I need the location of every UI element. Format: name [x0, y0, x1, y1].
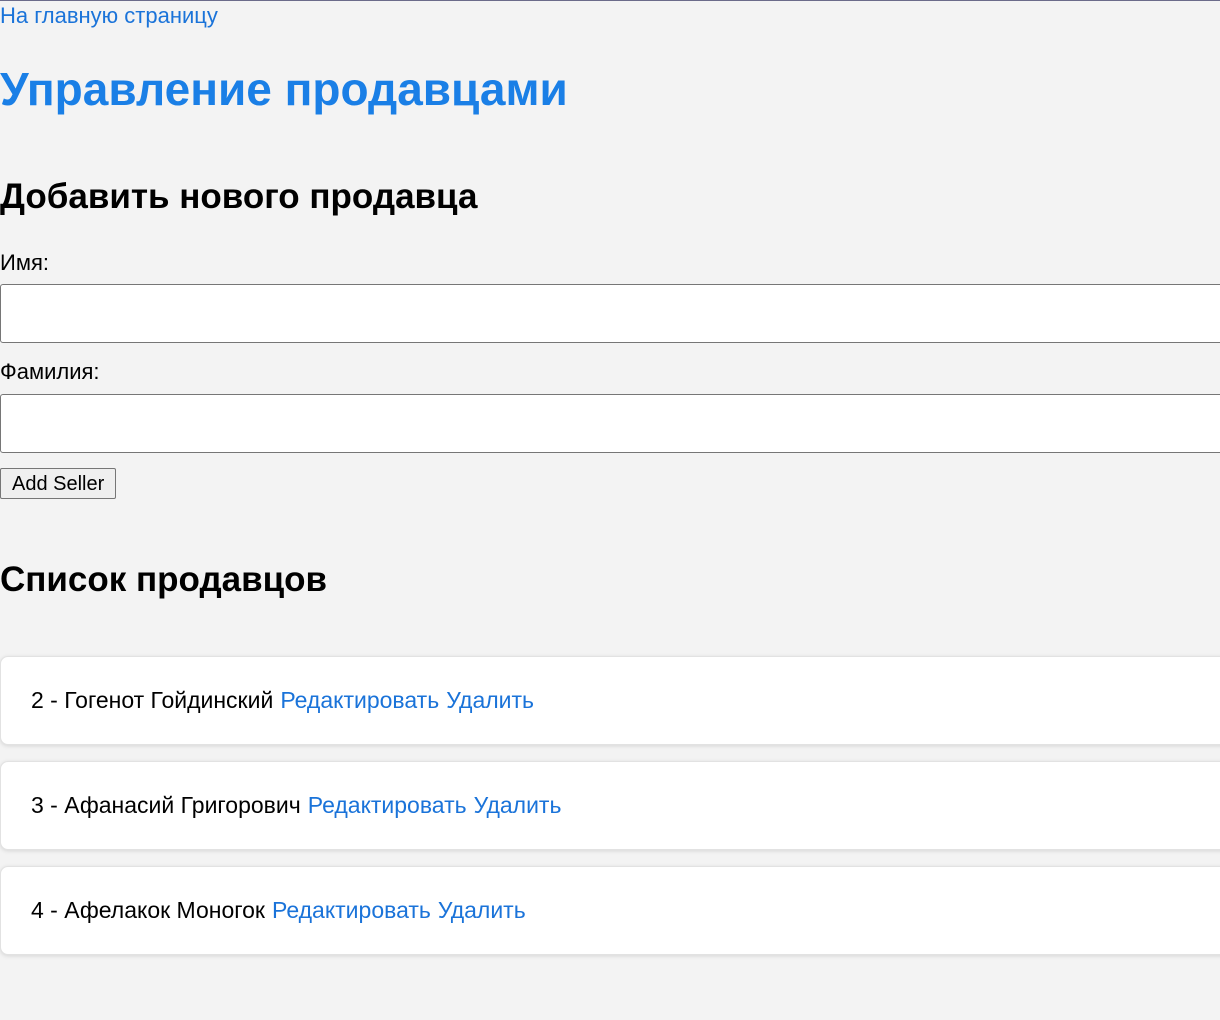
first-name-label: Имя: — [0, 250, 49, 275]
delete-seller-link[interactable]: Удалить — [474, 792, 562, 819]
add-seller-heading: Добавить нового продавца — [0, 177, 478, 216]
seller-info: 4 - Афелакок Моногок — [31, 897, 265, 923]
last-name-input[interactable] — [0, 394, 1220, 453]
page-title: Управление продавцами — [0, 63, 568, 115]
seller-list-item: 4 - Афелакок Моногок Редактировать Удали… — [0, 866, 1220, 955]
seller-list-heading: Список продавцов — [0, 560, 328, 599]
seller-list: 2 - Гогенот Гойдинский Редактировать Уда… — [0, 656, 1220, 971]
last-name-label: Фамилия: — [0, 359, 100, 384]
seller-info: 2 - Гогенот Гойдинский — [31, 687, 274, 713]
edit-seller-link[interactable]: Редактировать — [280, 687, 439, 714]
edit-seller-link[interactable]: Редактировать — [272, 897, 431, 924]
add-seller-button[interactable]: Add Seller — [0, 468, 117, 499]
edit-seller-link[interactable]: Редактировать — [308, 792, 467, 819]
seller-list-item: 3 - Афанасий Григорович Редактировать Уд… — [0, 761, 1220, 850]
seller-list-item: 2 - Гогенот Гойдинский Редактировать Уда… — [0, 656, 1220, 745]
delete-seller-link[interactable]: Удалить — [446, 687, 534, 714]
first-name-input[interactable] — [0, 284, 1220, 343]
delete-seller-link[interactable]: Удалить — [438, 897, 526, 924]
home-link[interactable]: На главную страницу — [0, 3, 218, 29]
seller-info: 3 - Афанасий Григорович — [31, 792, 301, 818]
